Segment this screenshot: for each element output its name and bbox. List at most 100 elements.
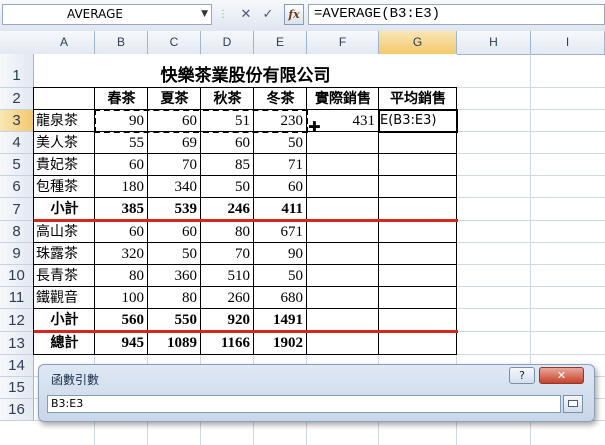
row-header-1[interactable]: 1 — [0, 54, 34, 88]
table-border — [200, 242, 254, 265]
subtotal-line — [34, 219, 458, 222]
row-header-2[interactable]: 2 — [0, 88, 34, 110]
table-border — [306, 197, 379, 221]
row-header-7[interactable]: 7 — [0, 198, 34, 221]
row-header-16[interactable]: 16 — [0, 399, 34, 421]
table-border — [378, 175, 457, 198]
table-border — [94, 197, 148, 221]
table-border — [306, 242, 379, 265]
table-border — [378, 197, 457, 221]
column-header-d[interactable]: D — [201, 31, 254, 54]
table-border — [94, 131, 148, 154]
close-button[interactable]: ✕ — [539, 367, 584, 384]
column-header-b[interactable]: B — [95, 31, 148, 54]
table-border — [378, 331, 457, 355]
table-border — [253, 197, 307, 221]
formula-input[interactable]: =AVERAGE(B3:E3) — [308, 4, 605, 25]
table-border — [33, 264, 95, 287]
table-border — [33, 331, 95, 355]
column-header-e[interactable]: E — [254, 31, 307, 54]
enter-icon[interactable]: ✓ — [258, 5, 278, 25]
table-border — [253, 220, 307, 243]
table-border — [147, 175, 201, 198]
table-border — [147, 308, 201, 332]
help-button[interactable]: ? — [509, 367, 535, 384]
table-border — [200, 308, 254, 332]
formula-bar: AVERAGE ▼ ⋮ ✕ ✓ fx =AVERAGE(B3:E3) — [0, 0, 605, 32]
name-box[interactable]: AVERAGE ▼ — [2, 4, 212, 25]
table-border — [33, 131, 95, 154]
table-border — [94, 264, 148, 287]
row-header-11[interactable]: 11 — [0, 287, 34, 309]
table-border — [200, 175, 254, 198]
table-border — [306, 153, 379, 176]
table-border — [306, 175, 379, 198]
table-border — [253, 175, 307, 198]
function-arguments-dialog: 函數引數 ? ✕ B3:E3 — [38, 364, 595, 422]
column-header-h[interactable]: H — [457, 31, 531, 54]
row-header-3[interactable]: 3 — [0, 110, 34, 132]
table-border — [33, 109, 95, 132]
column-header-c[interactable]: C — [148, 31, 201, 54]
table-border — [94, 242, 148, 265]
chevron-down-icon[interactable]: ▼ — [201, 5, 208, 24]
column-header-f[interactable]: F — [307, 31, 379, 54]
column-header-g[interactable]: G — [379, 31, 457, 54]
row-header-10[interactable]: 10 — [0, 265, 34, 287]
row-header-12[interactable]: 12 — [0, 309, 34, 332]
table-border — [94, 175, 148, 198]
column-header-i[interactable]: I — [531, 31, 605, 54]
table-border — [200, 220, 254, 243]
table-border — [94, 308, 148, 332]
insert-function-button[interactable]: fx — [284, 4, 304, 25]
row-header-15[interactable]: 15 — [0, 377, 34, 399]
row-header-5[interactable]: 5 — [0, 154, 34, 176]
table-border — [94, 286, 148, 309]
table-border — [200, 131, 254, 154]
table-border — [253, 264, 307, 287]
table-border — [253, 308, 307, 332]
table-border — [200, 87, 254, 110]
reference-input[interactable]: B3:E3 — [47, 395, 561, 413]
table-border — [200, 197, 254, 221]
table-border — [147, 242, 201, 265]
row-header-6[interactable]: 6 — [0, 176, 34, 198]
splitter-icon[interactable]: ⋮ — [218, 5, 228, 25]
expand-dialog-button[interactable] — [563, 395, 583, 413]
table-border — [147, 197, 201, 221]
table-border — [147, 331, 201, 355]
table-border — [378, 308, 457, 332]
table-border — [200, 286, 254, 309]
sheet-title[interactable]: 快樂茶業股份有限公司 — [34, 54, 457, 88]
name-box-text: AVERAGE — [67, 7, 123, 21]
table-border — [33, 197, 95, 221]
column-header-a[interactable]: A — [34, 31, 95, 54]
cancel-icon[interactable]: ✕ — [236, 5, 256, 25]
table-border — [33, 87, 95, 110]
table-border — [253, 87, 307, 110]
row-header-13[interactable]: 13 — [0, 332, 34, 355]
row-header-9[interactable]: 9 — [0, 243, 34, 265]
table-border — [378, 264, 457, 287]
table-border — [147, 131, 201, 154]
table-border — [33, 286, 95, 309]
table-border — [306, 264, 379, 287]
range-selection-marquee — [94, 109, 308, 133]
row-header-4[interactable]: 4 — [0, 132, 34, 154]
table-border — [306, 308, 379, 332]
table-border — [33, 220, 95, 243]
table-border — [253, 242, 307, 265]
table-border — [33, 153, 95, 176]
row-header-8[interactable]: 8 — [0, 221, 34, 243]
table-border — [94, 153, 148, 176]
table-border — [94, 220, 148, 243]
table-border — [253, 331, 307, 355]
table-border — [253, 131, 307, 154]
column-headers: A B C D E F G H I — [0, 31, 605, 55]
row-header-14[interactable]: 14 — [0, 355, 34, 377]
table-border — [147, 264, 201, 287]
table-border — [147, 153, 201, 176]
table-border — [253, 153, 307, 176]
table-border — [306, 87, 379, 110]
table-border — [253, 286, 307, 309]
